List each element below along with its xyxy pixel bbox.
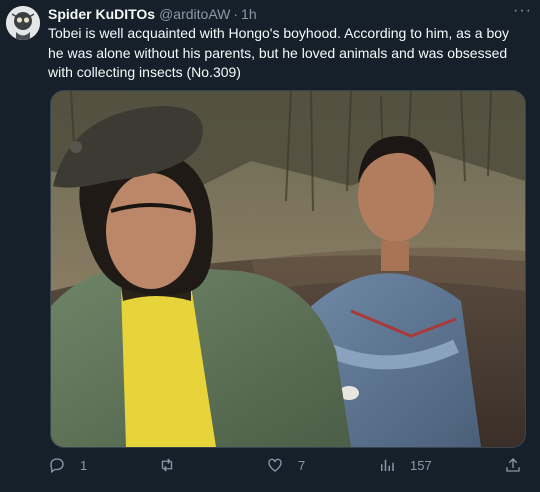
like-button[interactable]: 7 xyxy=(266,456,305,474)
reply-icon xyxy=(50,458,64,474)
reply-count: 1 xyxy=(80,457,88,473)
retweet-icon xyxy=(161,458,173,472)
timestamp[interactable]: 1h xyxy=(241,6,257,22)
more-options-icon[interactable]: ··· xyxy=(513,2,532,20)
author-name[interactable]: Spider KuDITOs xyxy=(48,6,155,22)
views-count: 157 xyxy=(410,457,432,473)
tweet-header: Spider KuDITOs @arditoAW · 1h xyxy=(48,4,530,24)
avatar[interactable] xyxy=(6,6,40,40)
tweet[interactable]: Spider KuDITOs @arditoAW · 1h ··· Tobei … xyxy=(0,0,540,492)
share-icon xyxy=(506,458,520,472)
reply-button[interactable]: 1 xyxy=(48,456,87,474)
tweet-text: Tobei is well acquainted with Hongo's bo… xyxy=(48,25,510,80)
share-button[interactable] xyxy=(504,456,522,474)
heart-icon xyxy=(268,458,282,472)
action-bar: 1 7 157 xyxy=(48,456,528,478)
views-icon xyxy=(381,459,394,471)
like-count: 7 xyxy=(298,457,306,473)
tweet-photo[interactable] xyxy=(50,90,526,448)
retweet-button[interactable] xyxy=(158,456,190,474)
views-button[interactable]: 157 xyxy=(378,456,432,474)
author-handle[interactable]: @arditoAW xyxy=(159,6,230,22)
separator-dot: · xyxy=(233,6,239,22)
